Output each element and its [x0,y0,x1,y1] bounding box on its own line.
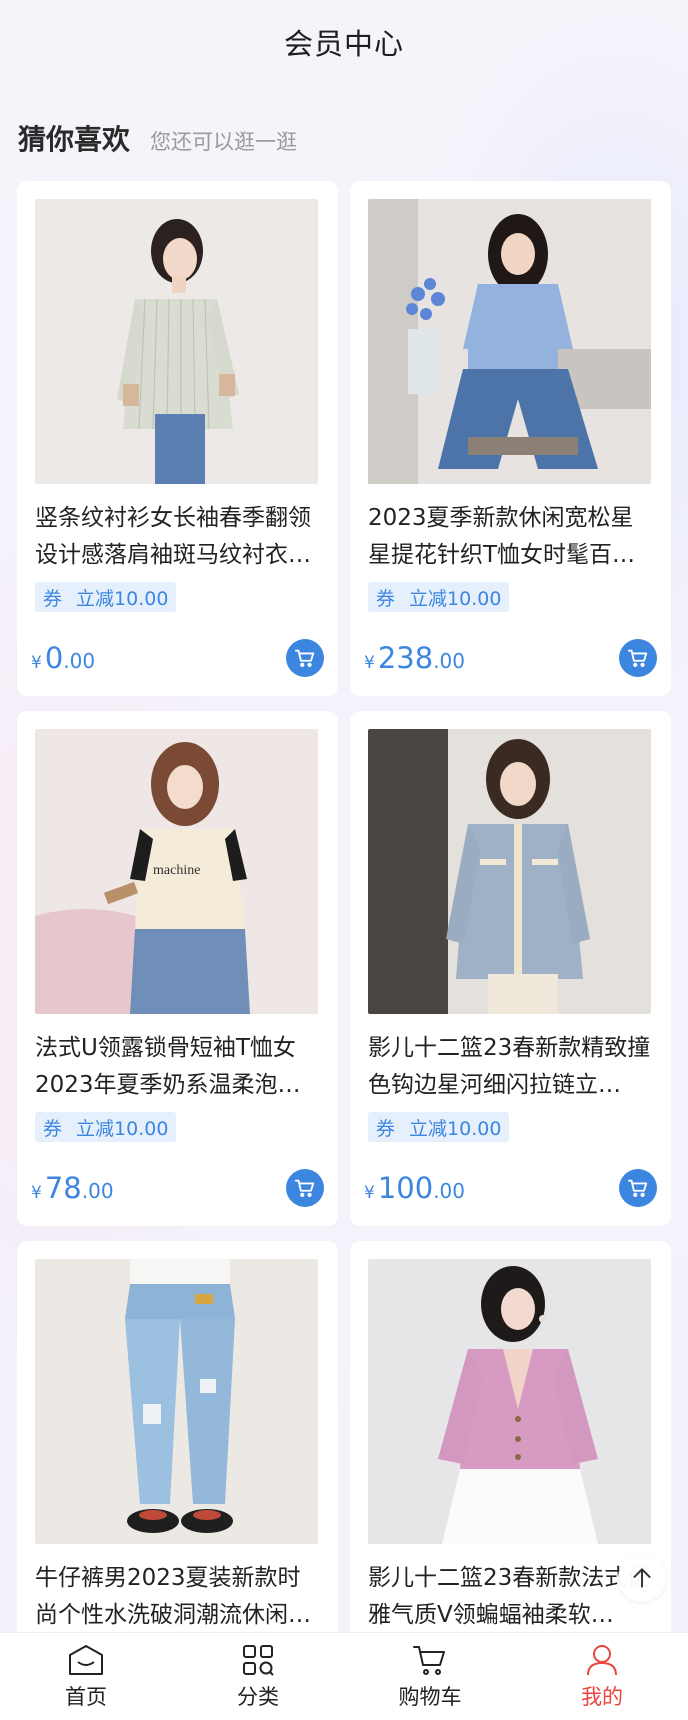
coupon-text: 立减10.00 [76,587,169,610]
cart-icon [627,1179,648,1197]
back-to-top-button[interactable] [618,1554,666,1602]
tab-label: 分类 [237,1685,279,1709]
price: ¥ 0 .00 [31,641,95,675]
price-decimal: .00 [81,1179,114,1203]
arrow-up-icon [633,1568,651,1588]
product-card[interactable]: 竖条纹衬衫女长袖春季翻领设计感落肩袖斑马纹衬衣… 券 立减10.00 ¥ 0 .… [17,181,338,696]
tab-label: 我的 [581,1685,623,1709]
section-title: 猜你喜欢 [18,123,131,156]
price: ¥ 238 .00 [364,641,465,675]
cart-icon [294,649,315,667]
product-title[interactable]: 影儿十二篮23春新款法式优雅气质V领蝙蝠袖柔软… [368,1560,653,1634]
add-to-cart-button[interactable] [619,1169,657,1207]
coupon-badge: 券 立减10.00 [368,1112,510,1142]
product-grid: 竖条纹衬衫女长袖春季翻领设计感落肩袖斑马纹衬衣… 券 立减10.00 ¥ 0 .… [17,181,671,1720]
recommend-section-header: 猜你喜欢 您还可以逛一逛 [18,118,297,158]
svg-text:machine: machine [153,863,200,878]
price-integer: 78 [44,1171,82,1205]
product-title[interactable]: 竖条纹衬衫女长袖春季翻领设计感落肩袖斑马纹衬衣… [35,500,320,574]
price-row: ¥ 0 .00 [31,638,324,678]
product-image[interactable] [35,199,318,484]
coupon-badge: 券 立减10.00 [368,582,510,612]
cart-icon [413,1646,445,1675]
product-title[interactable]: 影儿十二篮23春新款精致撞色钩边星河细闪拉链立… [368,1030,653,1104]
tab-category[interactable]: 分类 [172,1633,344,1720]
product-image[interactable] [368,729,651,1014]
tab-label: 购物车 [398,1685,462,1709]
nav-header: 会员中心 [0,0,688,84]
add-to-cart-button[interactable] [286,639,324,677]
coupon-badge: 券 立减10.00 [35,582,177,612]
product-card[interactable]: 影儿十二篮23春新款精致撞色钩边星河细闪拉链立… 券 立减10.00 ¥ 100… [350,711,671,1226]
price-decimal: .00 [433,1179,465,1203]
price-row: ¥ 100 .00 [364,1168,657,1208]
product-title[interactable]: 2023夏季新款休闲宽松星星提花针织T恤女时髦百… [368,500,653,574]
currency-symbol: ¥ [31,653,42,673]
cart-icon [627,649,648,667]
price-row: ¥ 238 .00 [364,638,657,678]
coupon-tag: 券 [376,587,396,610]
section-subtitle: 您还可以逛一逛 [150,130,298,154]
currency-symbol: ¥ [31,1183,42,1203]
home-icon [69,1645,103,1675]
bottom-tab-bar: 首页 分类 购物车 我的 [0,1632,688,1720]
product-image[interactable] [368,199,651,484]
product-image[interactable]: machine [35,729,318,1014]
coupon-tag: 券 [43,587,63,610]
currency-symbol: ¥ [364,1183,375,1203]
price-decimal: .00 [63,649,96,673]
user-icon [587,1645,617,1676]
product-card[interactable]: machine 法式U领露锁骨短袖T恤女2023年夏季奶系温柔泡… 券 立减10… [17,711,338,1226]
page-title: 会员中心 [283,27,404,61]
category-icon [243,1645,274,1676]
add-to-cart-button[interactable] [619,639,657,677]
product-image[interactable] [368,1259,651,1544]
tab-mine[interactable]: 我的 [516,1633,688,1720]
product-card[interactable]: 2023夏季新款休闲宽松星星提花针织T恤女时髦百… 券 立减10.00 ¥ 23… [350,181,671,696]
price: ¥ 100 .00 [364,1171,465,1205]
price-integer: 0 [44,641,64,675]
add-to-cart-button[interactable] [286,1169,324,1207]
page: 会员中心 猜你喜欢 您还可以逛一逛 竖条纹衬衫女长袖春季翻领设计感落肩袖斑马纹衬… [0,0,688,1720]
coupon-tag: 券 [376,1117,396,1140]
tab-home[interactable]: 首页 [0,1633,172,1720]
currency-symbol: ¥ [364,653,375,673]
price: ¥ 78 .00 [31,1171,114,1205]
coupon-text: 立减10.00 [409,1117,502,1140]
price-decimal: .00 [433,649,465,673]
price-integer: 100 [377,1171,434,1205]
product-title[interactable]: 法式U领露锁骨短袖T恤女2023年夏季奶系温柔泡… [35,1030,320,1104]
coupon-badge: 券 立减10.00 [35,1112,177,1142]
cart-icon [294,1179,315,1197]
coupon-tag: 券 [43,1117,63,1140]
product-title[interactable]: 牛仔裤男2023夏装新款时尚个性水洗破洞潮流休闲… [35,1560,320,1634]
price-row: ¥ 78 .00 [31,1168,324,1208]
tab-cart[interactable]: 购物车 [344,1633,516,1720]
product-image[interactable] [35,1259,318,1544]
coupon-text: 立减10.00 [76,1117,169,1140]
tab-label: 首页 [65,1685,107,1709]
coupon-text: 立减10.00 [409,587,502,610]
price-integer: 238 [377,641,434,675]
